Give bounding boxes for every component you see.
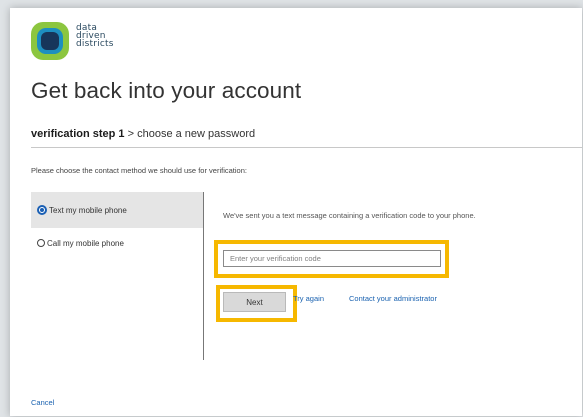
vertical-divider: [203, 192, 204, 360]
data-driven-districts-logo: data driven districts: [31, 22, 181, 62]
contact-admin-link[interactable]: Contact your administrator: [349, 294, 437, 303]
method-call-phone[interactable]: Call my mobile phone: [31, 228, 203, 258]
header-divider: [31, 147, 582, 148]
page-title: Get back into your account: [31, 78, 302, 103]
step-breadcrumb: verification step 1 > choose a new passw…: [31, 128, 255, 140]
radio-unselected-icon[interactable]: [37, 239, 45, 247]
method-label: Text my mobile phone: [49, 205, 127, 215]
verification-code-input[interactable]: [223, 250, 441, 267]
method-text-phone[interactable]: Text my mobile phone: [31, 192, 203, 228]
code-input-highlight: [214, 240, 449, 278]
code-sent-message: We've sent you a text message containing…: [223, 211, 476, 220]
try-again-link[interactable]: Try again: [293, 294, 324, 303]
logo-mark-icon: [31, 22, 69, 60]
contact-method-list: Text my mobile phone Call my mobile phon…: [31, 192, 203, 360]
next-button-highlight: Next: [216, 285, 297, 322]
next-step: choose a new password: [137, 128, 256, 140]
radio-selected-icon[interactable]: [37, 205, 47, 215]
step-separator: >: [127, 128, 135, 140]
active-step: verification step 1: [31, 128, 125, 140]
next-button[interactable]: Next: [223, 292, 286, 312]
method-label: Call my mobile phone: [47, 238, 124, 248]
instruction-text: Please choose the contact method we shou…: [31, 166, 247, 175]
logo-wordmark: data driven districts: [76, 24, 114, 49]
password-reset-card: data driven districts Get back into your…: [10, 8, 582, 416]
cancel-link[interactable]: Cancel: [31, 398, 54, 407]
logo-line: districts: [76, 39, 114, 49]
